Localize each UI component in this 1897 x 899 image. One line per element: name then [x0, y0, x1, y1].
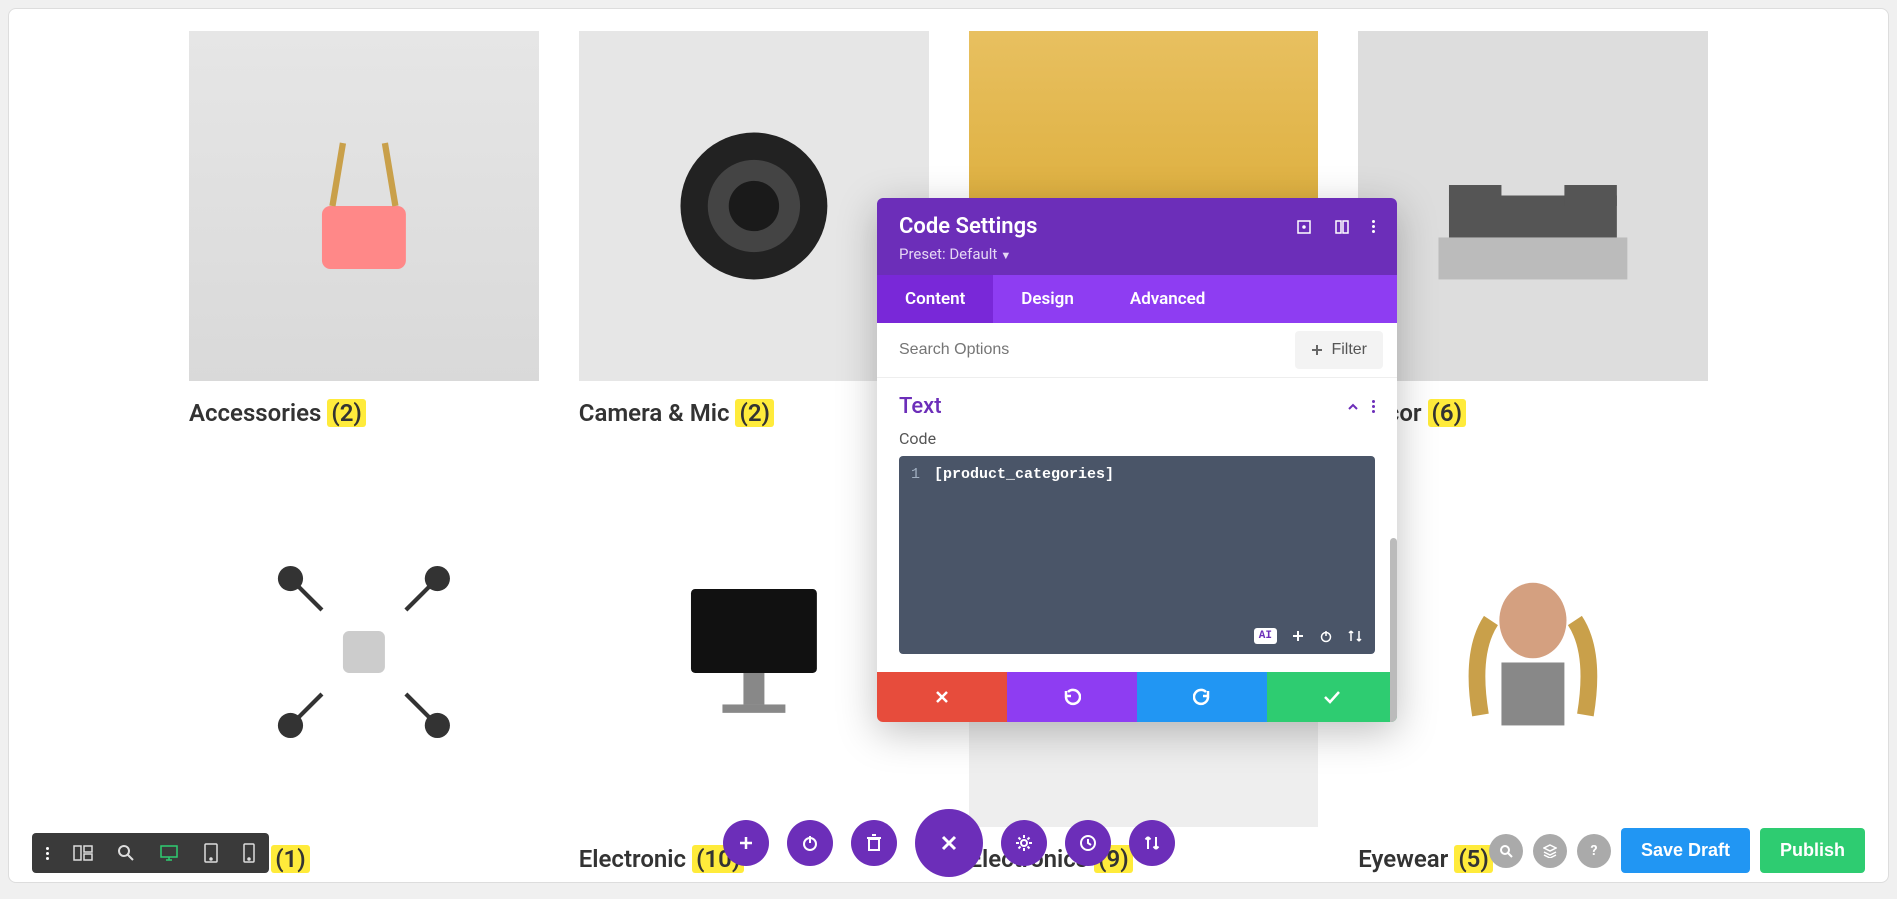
layers-round-button[interactable] — [1533, 834, 1567, 868]
search-row: Filter — [877, 323, 1397, 378]
plus-icon — [738, 835, 754, 851]
publish-button[interactable]: Publish — [1760, 828, 1865, 873]
zoom-icon[interactable] — [117, 844, 135, 862]
preset-selector[interactable]: Preset: Default▼ — [899, 245, 1375, 263]
sort-button[interactable] — [1129, 820, 1175, 866]
close-builder-button[interactable] — [915, 809, 983, 877]
filter-button[interactable]: Filter — [1295, 331, 1383, 369]
category-name: Camera & Mic — [579, 399, 730, 427]
category-title: Decor (6) — [1358, 399, 1708, 427]
add-button[interactable] — [723, 820, 769, 866]
snap-icon[interactable] — [1334, 219, 1350, 235]
builder-right-toolbar: ? Save Draft Publish — [1489, 828, 1865, 873]
settings-button[interactable] — [1001, 820, 1047, 866]
modal-tabs: Content Design Advanced — [877, 275, 1397, 323]
search-input[interactable] — [891, 331, 1287, 369]
power-icon — [801, 834, 819, 852]
search-round-button[interactable] — [1489, 834, 1523, 868]
tab-advanced[interactable]: Advanced — [1102, 275, 1234, 323]
confirm-button[interactable] — [1267, 672, 1397, 722]
power-icon[interactable] — [1319, 629, 1333, 643]
category-card[interactable]: Accessories (2) — [189, 31, 539, 427]
menu-icon[interactable] — [46, 845, 49, 862]
desktop-icon[interactable] — [159, 844, 179, 862]
modal-title: Code Settings — [899, 214, 1037, 239]
history-button[interactable] — [1065, 820, 1111, 866]
category-count: (2) — [735, 399, 773, 427]
code-settings-modal: Code Settings Preset: Default▼ Content D… — [877, 198, 1397, 722]
category-name: Electronic — [579, 845, 686, 873]
redo-icon — [1193, 688, 1211, 706]
gear-icon — [1015, 834, 1033, 852]
category-image-eyewear — [1358, 477, 1708, 827]
builder-left-toolbar — [32, 833, 269, 873]
code-content: [product_categories] — [934, 466, 1114, 483]
code-editor[interactable]: 1 [product_categories] AI — [899, 456, 1375, 654]
sort-icon[interactable] — [1347, 629, 1363, 643]
check-icon — [1322, 688, 1342, 706]
category-count: (6) — [1428, 399, 1466, 427]
modal-scrollbar[interactable] — [1390, 538, 1397, 722]
trash-button[interactable] — [851, 820, 897, 866]
mobile-icon[interactable] — [243, 843, 255, 863]
filter-label: Filter — [1331, 341, 1367, 359]
section-header: Text — [877, 378, 1397, 425]
trash-icon — [866, 834, 882, 852]
plus-icon[interactable] — [1291, 629, 1305, 643]
section-title: Text — [899, 394, 942, 419]
line-number: 1 — [911, 466, 920, 483]
ai-badge[interactable]: AI — [1254, 628, 1277, 644]
layers-icon — [1543, 844, 1557, 858]
redo-button[interactable] — [1137, 672, 1267, 722]
code-field-label: Code — [877, 425, 1397, 456]
plus-icon — [1311, 344, 1323, 356]
category-card[interactable]: Eyewear (5) — [1358, 477, 1708, 873]
chevron-down-icon: ▼ — [1000, 249, 1011, 262]
close-icon — [933, 688, 951, 706]
search-icon — [1499, 844, 1513, 858]
category-name: Eyewear — [1358, 845, 1448, 873]
tablet-icon[interactable] — [203, 843, 219, 863]
category-image-decor — [1358, 31, 1708, 381]
section-more-icon[interactable] — [1372, 398, 1375, 415]
category-name: Accessories — [189, 399, 321, 427]
modal-header[interactable]: Code Settings Preset: Default▼ — [877, 198, 1397, 275]
more-icon[interactable] — [1372, 218, 1375, 235]
category-image-drones — [189, 477, 539, 827]
save-draft-button[interactable]: Save Draft — [1621, 828, 1750, 873]
category-count: (5) — [1454, 845, 1492, 873]
category-card[interactable]: Drones (1) — [189, 477, 539, 873]
close-icon — [938, 832, 960, 854]
tab-design[interactable]: Design — [993, 275, 1102, 323]
help-round-button[interactable]: ? — [1577, 834, 1611, 868]
power-button[interactable] — [787, 820, 833, 866]
modal-footer — [877, 672, 1397, 722]
tab-content[interactable]: Content — [877, 275, 993, 323]
undo-button[interactable] — [1007, 672, 1137, 722]
category-title: Accessories (2) — [189, 399, 539, 427]
question-icon: ? — [1590, 843, 1597, 859]
clock-icon — [1079, 834, 1097, 852]
wireframe-icon[interactable] — [73, 845, 93, 861]
undo-icon — [1063, 688, 1081, 706]
expand-icon[interactable] — [1296, 219, 1312, 235]
sort-icon — [1143, 834, 1161, 852]
chevron-up-icon[interactable] — [1346, 400, 1360, 414]
category-count: (2) — [327, 399, 365, 427]
category-card[interactable]: Decor (6) — [1358, 31, 1708, 427]
preset-label: Preset: Default — [899, 245, 997, 263]
builder-center-toolbar — [723, 809, 1175, 877]
category-image-accessories — [189, 31, 539, 381]
cancel-button[interactable] — [877, 672, 1007, 722]
category-count: (1) — [271, 845, 309, 873]
